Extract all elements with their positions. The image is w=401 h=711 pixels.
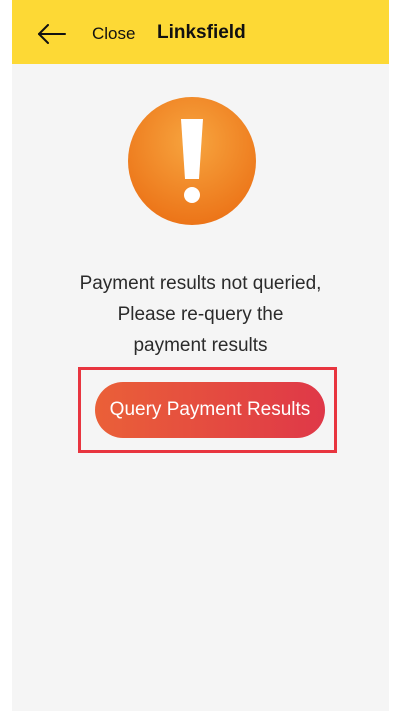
page-title: Linksfield: [157, 22, 246, 43]
top-bar: Close Linksfield: [12, 0, 389, 64]
exclamation-warning-icon: [128, 97, 256, 225]
status-message-line: Please re-query the: [117, 304, 284, 325]
back-button[interactable]: [32, 20, 72, 48]
query-payment-results-button[interactable]: Query Payment Results: [95, 382, 325, 438]
payment-result-screen: Close Linksfield Payment results not que…: [12, 0, 389, 711]
status-message: Payment results not queried, Please re-q…: [12, 268, 389, 361]
status-message-line: payment results: [133, 335, 268, 356]
close-button[interactable]: Close: [92, 24, 135, 44]
status-message-line: Payment results not queried,: [79, 273, 322, 294]
arrow-left-icon: [38, 24, 66, 44]
